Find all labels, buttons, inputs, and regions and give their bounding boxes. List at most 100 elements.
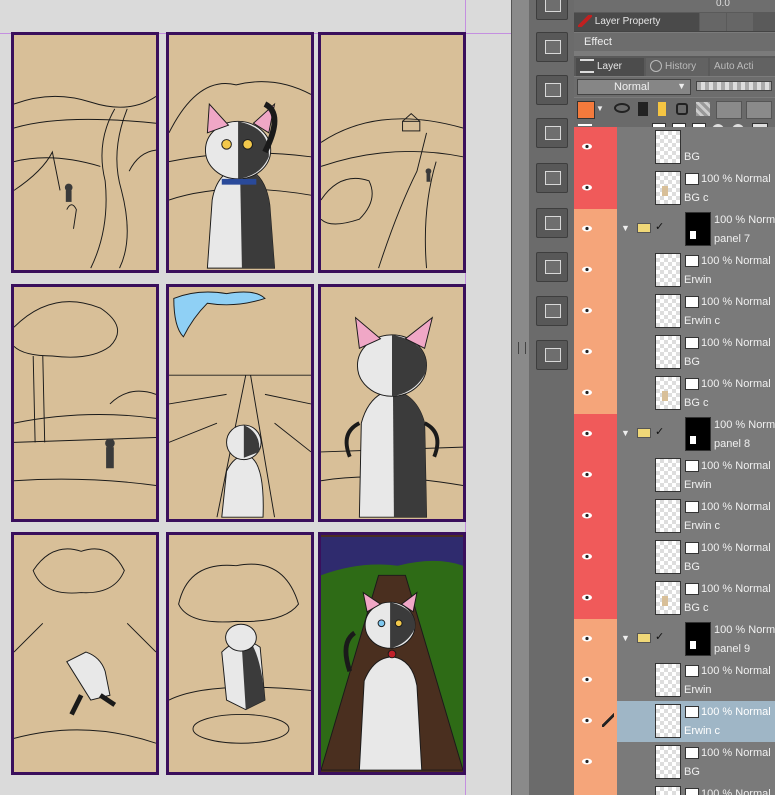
- visibility-eye-icon[interactable]: [574, 701, 600, 742]
- folder-expand-icon[interactable]: ▼: [621, 428, 630, 438]
- layer-row[interactable]: 100 % Normal Erwin c: [574, 496, 775, 537]
- mask-toggle-icon[interactable]: [716, 101, 742, 119]
- comic-panel-5[interactable]: [166, 284, 314, 522]
- layer-row[interactable]: BG: [574, 127, 775, 168]
- layer-color-swatch[interactable]: [577, 101, 595, 119]
- layer-folder-row[interactable]: ▼ ✓ 100 % Normal panel 8: [574, 414, 775, 455]
- layer-row-body[interactable]: ▼ ✓ 100 % Normal panel 9: [617, 619, 775, 660]
- visibility-eye-icon[interactable]: [574, 578, 600, 619]
- layer-opacity-blend: 100 % Normal: [701, 173, 771, 185]
- draft-icon[interactable]: [658, 102, 666, 116]
- comic-panel-4[interactable]: [11, 284, 159, 522]
- visibility-eye-icon[interactable]: [574, 250, 600, 291]
- panel-splitter[interactable]: [511, 0, 529, 795]
- layer-row-body[interactable]: ▼ ✓ 100 % Normal panel 8: [617, 414, 775, 455]
- layer-name: Erwin: [684, 274, 712, 286]
- layer-row[interactable]: 100 % Normal BG c: [574, 373, 775, 414]
- layer-folder-row[interactable]: ▼ ✓ 100 % Normal panel 9: [574, 619, 775, 660]
- layer-row-body[interactable]: 100 % Normal BG c: [617, 373, 775, 414]
- tab-tertiary[interactable]: [727, 13, 753, 31]
- visibility-eye-icon[interactable]: [574, 742, 600, 783]
- layer-opacity-blend: 100 % Normal: [701, 665, 771, 677]
- ruler-toggle-icon[interactable]: [746, 101, 772, 119]
- visibility-eye-icon[interactable]: [574, 414, 600, 455]
- import-layer-button[interactable]: [536, 75, 568, 105]
- layer-row-body[interactable]: 100 % Normal Erwin: [617, 455, 775, 496]
- layer-row-body[interactable]: 100 % Normal BG: [617, 537, 775, 578]
- comic-canvas[interactable]: [0, 0, 511, 795]
- layer-mask-button[interactable]: [536, 0, 568, 20]
- blend-mode-select[interactable]: Normal ▼: [577, 79, 691, 95]
- layer-row-body[interactable]: 100 % Normal Erwin: [617, 250, 775, 291]
- layer-row[interactable]: 100 % Normal Erwin c: [574, 291, 775, 332]
- splitter-grip-icon[interactable]: [518, 342, 526, 354]
- comic-panel-7[interactable]: [11, 532, 159, 775]
- visibility-eye-icon[interactable]: [574, 373, 600, 414]
- layer-row-body[interactable]: 100 % Normal BG c: [617, 578, 775, 619]
- transform-button[interactable]: [536, 163, 568, 193]
- layer-row[interactable]: 100 % Normal BG: [574, 537, 775, 578]
- layer-row-body[interactable]: 100 % Normal BG: [617, 332, 775, 373]
- visibility-eye-icon[interactable]: [574, 660, 600, 701]
- layer-row-body[interactable]: 100 % Normal Erwin c: [617, 701, 775, 742]
- layer-row[interactable]: 100 % Normal Erwin: [574, 250, 775, 291]
- layer-row-body[interactable]: 100 % Normal Erwin c: [617, 291, 775, 332]
- layer-row[interactable]: 100 % Normal Erwin c: [574, 701, 775, 742]
- edit-layer-button[interactable]: [536, 252, 568, 282]
- image-material-button[interactable]: [536, 208, 568, 238]
- layer-row-body[interactable]: BG: [617, 127, 775, 168]
- reference-icon[interactable]: [638, 102, 648, 116]
- clip-icon[interactable]: [614, 103, 630, 113]
- visibility-eye-icon[interactable]: [574, 537, 600, 578]
- comic-panel-2[interactable]: [166, 32, 314, 273]
- lock-transparency-icon[interactable]: [696, 102, 710, 116]
- lock-icon[interactable]: [676, 103, 688, 115]
- farm-landscape-art: [321, 113, 463, 269]
- layer-row[interactable]: 100 % Normal Erwin: [574, 660, 775, 701]
- layer-name: BG c: [684, 602, 709, 614]
- comic-panel-8[interactable]: [166, 532, 314, 775]
- layer-row[interactable]: 100 % Normal BG: [574, 332, 775, 373]
- tab-secondary[interactable]: [700, 13, 726, 31]
- comic-panel-1[interactable]: [11, 32, 159, 273]
- layer-row[interactable]: 100 % Normal BG c: [574, 578, 775, 619]
- chevron-down-icon[interactable]: ▼: [596, 104, 604, 113]
- tab-layer-property[interactable]: Layer Property: [574, 13, 699, 31]
- visibility-eye-icon[interactable]: [574, 455, 600, 496]
- layer-row[interactable]: 100 % Normal Erwin: [574, 455, 775, 496]
- visibility-eye-icon[interactable]: [574, 291, 600, 332]
- layer-folder-row[interactable]: ▼ ✓ 100 % Normal panel 7: [574, 209, 775, 250]
- comic-panel-6[interactable]: [318, 284, 466, 522]
- layer-row-body[interactable]: 100 % Normal BG: [617, 742, 775, 783]
- opacity-slider[interactable]: [696, 81, 772, 91]
- layer-opacity-blend: 100 % Normal: [701, 501, 771, 513]
- layer-row[interactable]: 100 % Normal: [574, 783, 775, 795]
- layer-template-button[interactable]: [536, 118, 568, 148]
- layer-row[interactable]: 100 % Normal BG c: [574, 168, 775, 209]
- tab-history[interactable]: History: [646, 58, 708, 76]
- delete-layer-button[interactable]: [536, 32, 568, 62]
- layer-row-body[interactable]: 100 % Normal Erwin c: [617, 496, 775, 537]
- visibility-eye-icon[interactable]: [574, 783, 600, 795]
- tab-layer[interactable]: Layer: [576, 58, 644, 76]
- layer-row[interactable]: 100 % Normal BG: [574, 742, 775, 783]
- layer-row-body[interactable]: 100 % Normal BG c: [617, 168, 775, 209]
- 3d-figure-icon: [545, 348, 561, 362]
- 3d-figure-button[interactable]: [536, 340, 568, 370]
- visibility-eye-icon[interactable]: [574, 332, 600, 373]
- visibility-eye-icon[interactable]: [574, 168, 600, 209]
- layer-row-body[interactable]: 100 % Normal: [617, 783, 775, 795]
- visibility-eye-icon[interactable]: [574, 127, 600, 168]
- layer-row-body[interactable]: ▼ ✓ 100 % Normal panel 7: [617, 209, 775, 250]
- comic-panel-3[interactable]: [318, 32, 466, 273]
- layer-row-body[interactable]: 100 % Normal Erwin: [617, 660, 775, 701]
- folder-expand-icon[interactable]: ▼: [621, 223, 630, 233]
- 3d-object-button[interactable]: [536, 296, 568, 326]
- visibility-eye-icon[interactable]: [574, 496, 600, 537]
- visibility-eye-icon[interactable]: [574, 619, 600, 660]
- effect-row: Effect: [574, 33, 775, 51]
- visibility-eye-icon[interactable]: [574, 209, 600, 250]
- tab-auto-action[interactable]: Auto Acti: [710, 58, 775, 76]
- comic-panel-9[interactable]: [318, 532, 466, 775]
- folder-expand-icon[interactable]: ▼: [621, 633, 630, 643]
